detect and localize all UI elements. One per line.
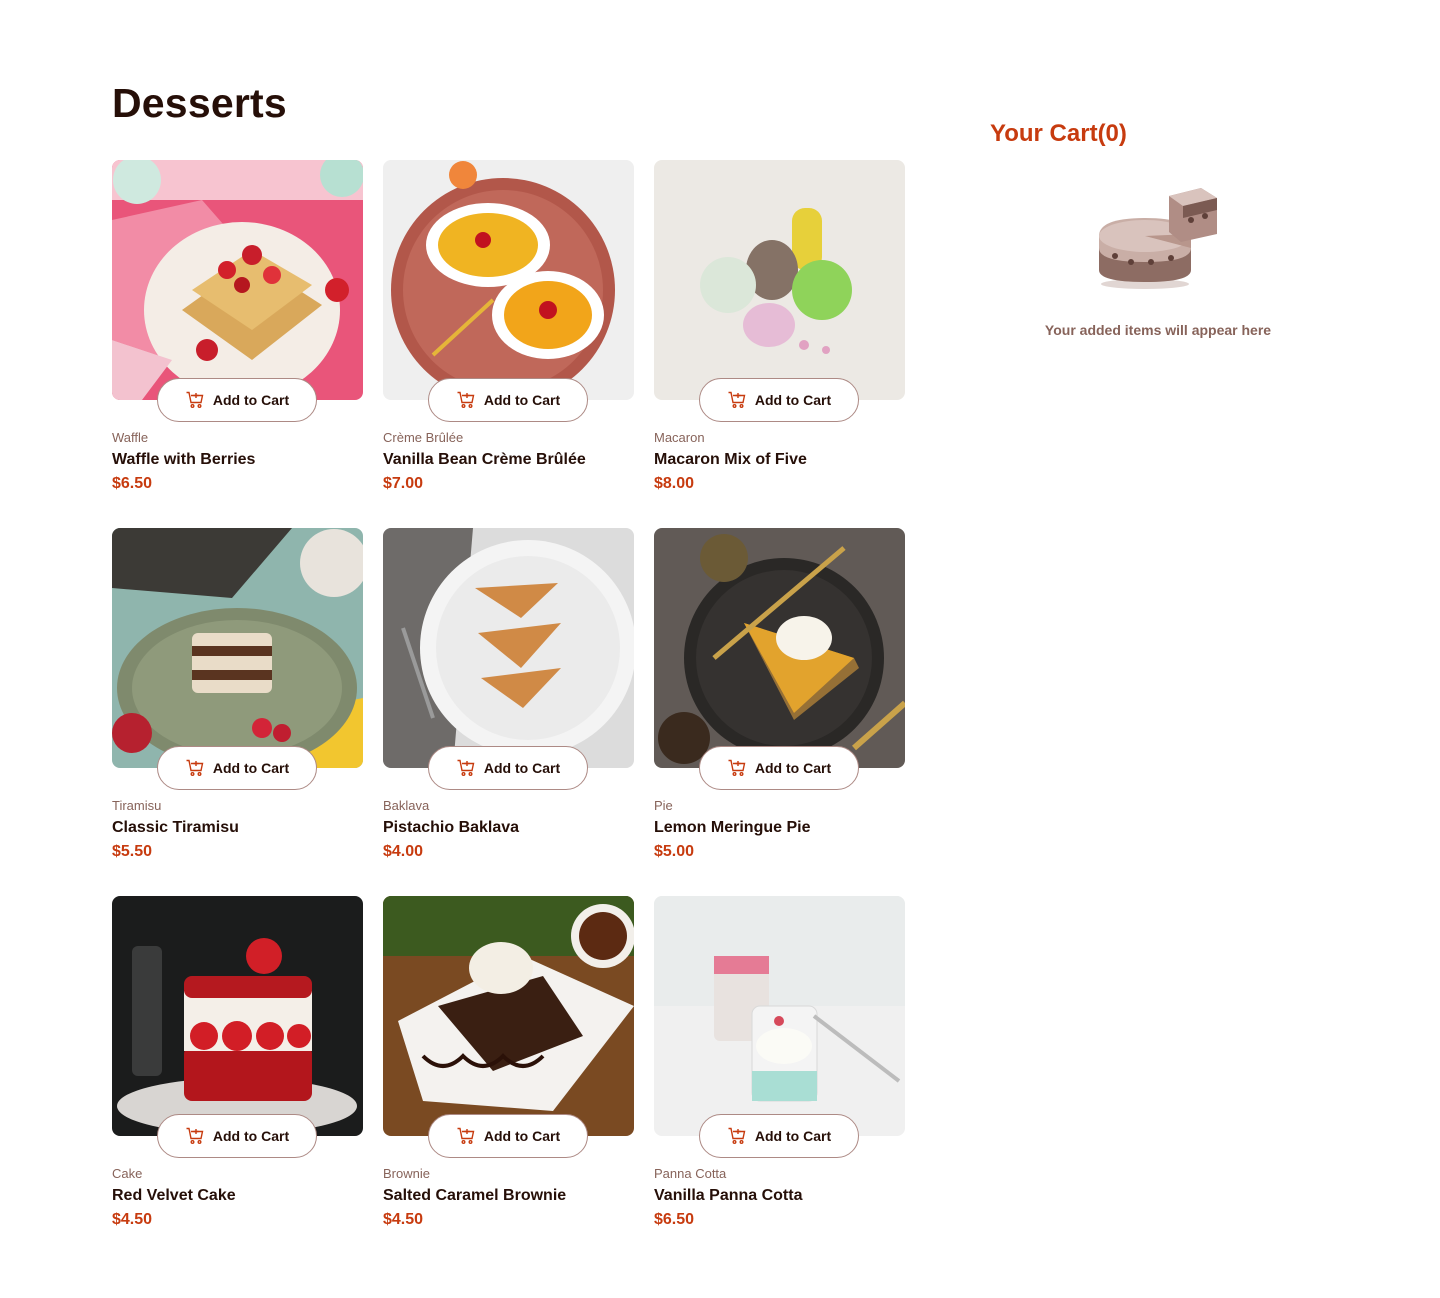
product-card: Add to Cart Crème Brûlée Vanilla Bean Cr… [383,160,634,528]
add-to-cart-icon [456,758,476,778]
product-price: $4.00 [383,843,424,860]
product-name: Classic Tiramisu [112,819,239,836]
product-name: Waffle with Berries [112,451,256,468]
product-image-pie [654,528,905,768]
product-image-baklava [383,528,634,768]
product-price: $6.50 [112,475,153,492]
empty-cart-cake-illustration [1095,186,1223,292]
page-title: Desserts [112,80,287,126]
add-to-cart-button[interactable]: Add to Cart [699,378,859,422]
product-category: Waffle [112,430,149,445]
product-category: Tiramisu [112,798,162,813]
add-to-cart-icon [185,1126,205,1146]
product-card: Add to Cart Tiramisu Classic Tiramisu $5… [112,528,363,896]
add-to-cart-button[interactable]: Add to Cart [428,746,588,790]
product-image-macaron [654,160,905,400]
product-image-cake [112,896,363,1136]
add-to-cart-label: Add to Cart [212,392,290,408]
product-name: Salted Caramel Brownie [383,1187,567,1204]
product-category: Macaron [654,430,705,445]
product-name: Macaron Mix of Five [654,451,807,468]
add-to-cart-icon [727,758,747,778]
product-category: Panna Cotta [654,1166,727,1181]
product-category: Crème Brûlée [383,430,464,445]
product-price: $8.00 [654,475,695,492]
add-to-cart-label: Add to Cart [483,760,561,776]
product-price: $6.50 [654,1211,695,1228]
cart-title: Your Cart(0) [990,120,1127,147]
product-image-tiramisu [112,528,363,768]
add-to-cart-label: Add to Cart [483,1128,561,1144]
dessert-shop-page: Desserts Add to Cart Waffle Waffle with … [0,0,1440,1298]
add-to-cart-icon [456,1126,476,1146]
cart-panel: Your Cart(0) Your added items will appea… [966,96,1350,386]
add-to-cart-button[interactable]: Add to Cart [428,1114,588,1158]
add-to-cart-icon [727,390,747,410]
product-image-brownie [383,896,634,1136]
product-price: $7.00 [383,475,424,492]
product-category: Baklava [383,798,430,813]
product-card: Add to Cart Baklava Pistachio Baklava $4… [383,528,634,896]
product-card: Add to Cart Brownie Salted Caramel Brown… [383,896,634,1264]
add-to-cart-icon [185,758,205,778]
product-image-panna-cotta [654,896,905,1136]
add-to-cart-icon [456,390,476,410]
product-card: Add to Cart Waffle Waffle with Berries $… [112,160,363,528]
product-name: Red Velvet Cake [112,1187,236,1204]
product-card: Add to Cart Cake Red Velvet Cake $4.50 [112,896,363,1264]
add-to-cart-button[interactable]: Add to Cart [428,378,588,422]
product-card: Add to Cart Panna Cotta Vanilla Panna Co… [654,896,905,1264]
add-to-cart-button[interactable]: Add to Cart [157,746,317,790]
add-to-cart-label: Add to Cart [754,760,832,776]
add-to-cart-label: Add to Cart [754,1128,832,1144]
add-to-cart-label: Add to Cart [754,392,832,408]
add-to-cart-label: Add to Cart [483,392,561,408]
cart-empty-message: Your added items will appear here [1044,322,1272,338]
product-name: Vanilla Bean Crème Brûlée [383,451,586,468]
product-category: Cake [112,1166,143,1181]
product-price: $4.50 [112,1211,153,1228]
add-to-cart-icon [727,1126,747,1146]
add-to-cart-button[interactable]: Add to Cart [699,1114,859,1158]
add-to-cart-button[interactable]: Add to Cart [157,1114,317,1158]
product-image-creme-brulee [383,160,634,400]
add-to-cart-label: Add to Cart [212,760,290,776]
add-to-cart-icon [185,390,205,410]
add-to-cart-label: Add to Cart [212,1128,290,1144]
add-to-cart-button[interactable]: Add to Cart [157,378,317,422]
add-to-cart-button[interactable]: Add to Cart [699,746,859,790]
product-price: $5.50 [112,843,153,860]
product-price: $5.00 [654,843,695,860]
product-card: Add to Cart Macaron Macaron Mix of Five … [654,160,905,528]
product-name: Lemon Meringue Pie [654,819,811,836]
product-category: Pie [654,798,673,813]
product-category: Brownie [383,1166,430,1181]
product-name: Vanilla Panna Cotta [654,1187,803,1204]
product-name: Pistachio Baklava [383,819,520,836]
product-image-waffle [112,160,363,400]
product-grid: Add to Cart Waffle Waffle with Berries $… [112,160,905,1264]
product-card: Add to Cart Pie Lemon Meringue Pie $5.00 [654,528,905,896]
product-price: $4.50 [383,1211,424,1228]
